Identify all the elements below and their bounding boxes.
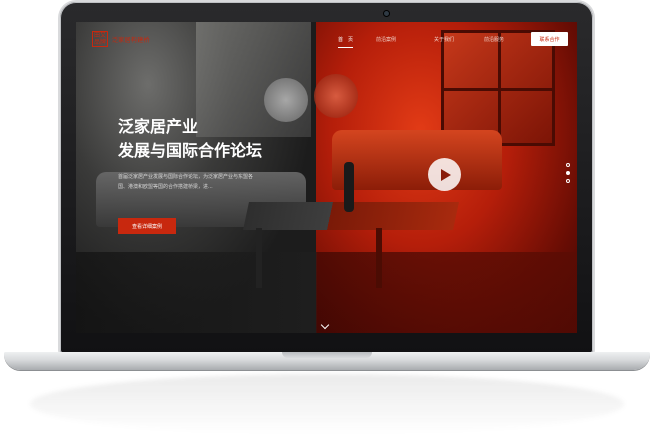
photo-table-leg [256, 228, 262, 288]
play-button[interactable] [428, 158, 461, 191]
hero-title-line2: 发展与国际合作论坛 [118, 141, 263, 160]
photo-lamp [264, 78, 308, 122]
play-icon [441, 168, 451, 181]
photo-lamp-red [314, 74, 358, 118]
site-logo[interactable]: 田又 品牌 泛家居构建桥 [92, 31, 150, 47]
carousel-dot-active[interactable] [566, 171, 570, 175]
hero-title: 泛家居产业 发展与国际合作论坛 [118, 115, 262, 163]
nav-item-cases[interactable]: 前沿案例 [376, 36, 396, 43]
view-cases-button[interactable]: 查看详细案例 [118, 218, 176, 234]
carousel-dot[interactable] [566, 163, 570, 167]
photo-floor [76, 252, 577, 333]
camera-dot [384, 11, 389, 16]
nav-item-home[interactable]: 首 页 [338, 36, 354, 48]
carousel-dot[interactable] [566, 179, 570, 183]
website-screen: 田又 品牌 泛家居构建桥 首 页 前沿案例 关于我们 前沿服务 联系合作 泛家居… [76, 22, 577, 333]
photo-window-right [441, 30, 555, 146]
logo-mark: 田又 品牌 [92, 31, 108, 47]
carousel-dots [566, 163, 570, 183]
nav-item-about[interactable]: 关于我们 [434, 36, 454, 43]
laptop-notch [282, 352, 372, 358]
logo-text: 泛家居构建桥 [112, 36, 150, 44]
contact-button[interactable]: 联系合作 [531, 32, 568, 46]
laptop-reflection [30, 374, 624, 434]
hero-title-line1: 泛家居产业 [118, 117, 199, 136]
nav-item-services[interactable]: 前沿服务 [484, 36, 504, 43]
photo-vase [344, 162, 354, 212]
hero-description: 首届泛家居产业发展与国际合作论坛，为泛家居产业与东盟各国、港澳和欧盟等国的合作搭… [118, 174, 254, 190]
photo-table-leg [376, 228, 382, 288]
photo-sofa-right [332, 130, 502, 190]
